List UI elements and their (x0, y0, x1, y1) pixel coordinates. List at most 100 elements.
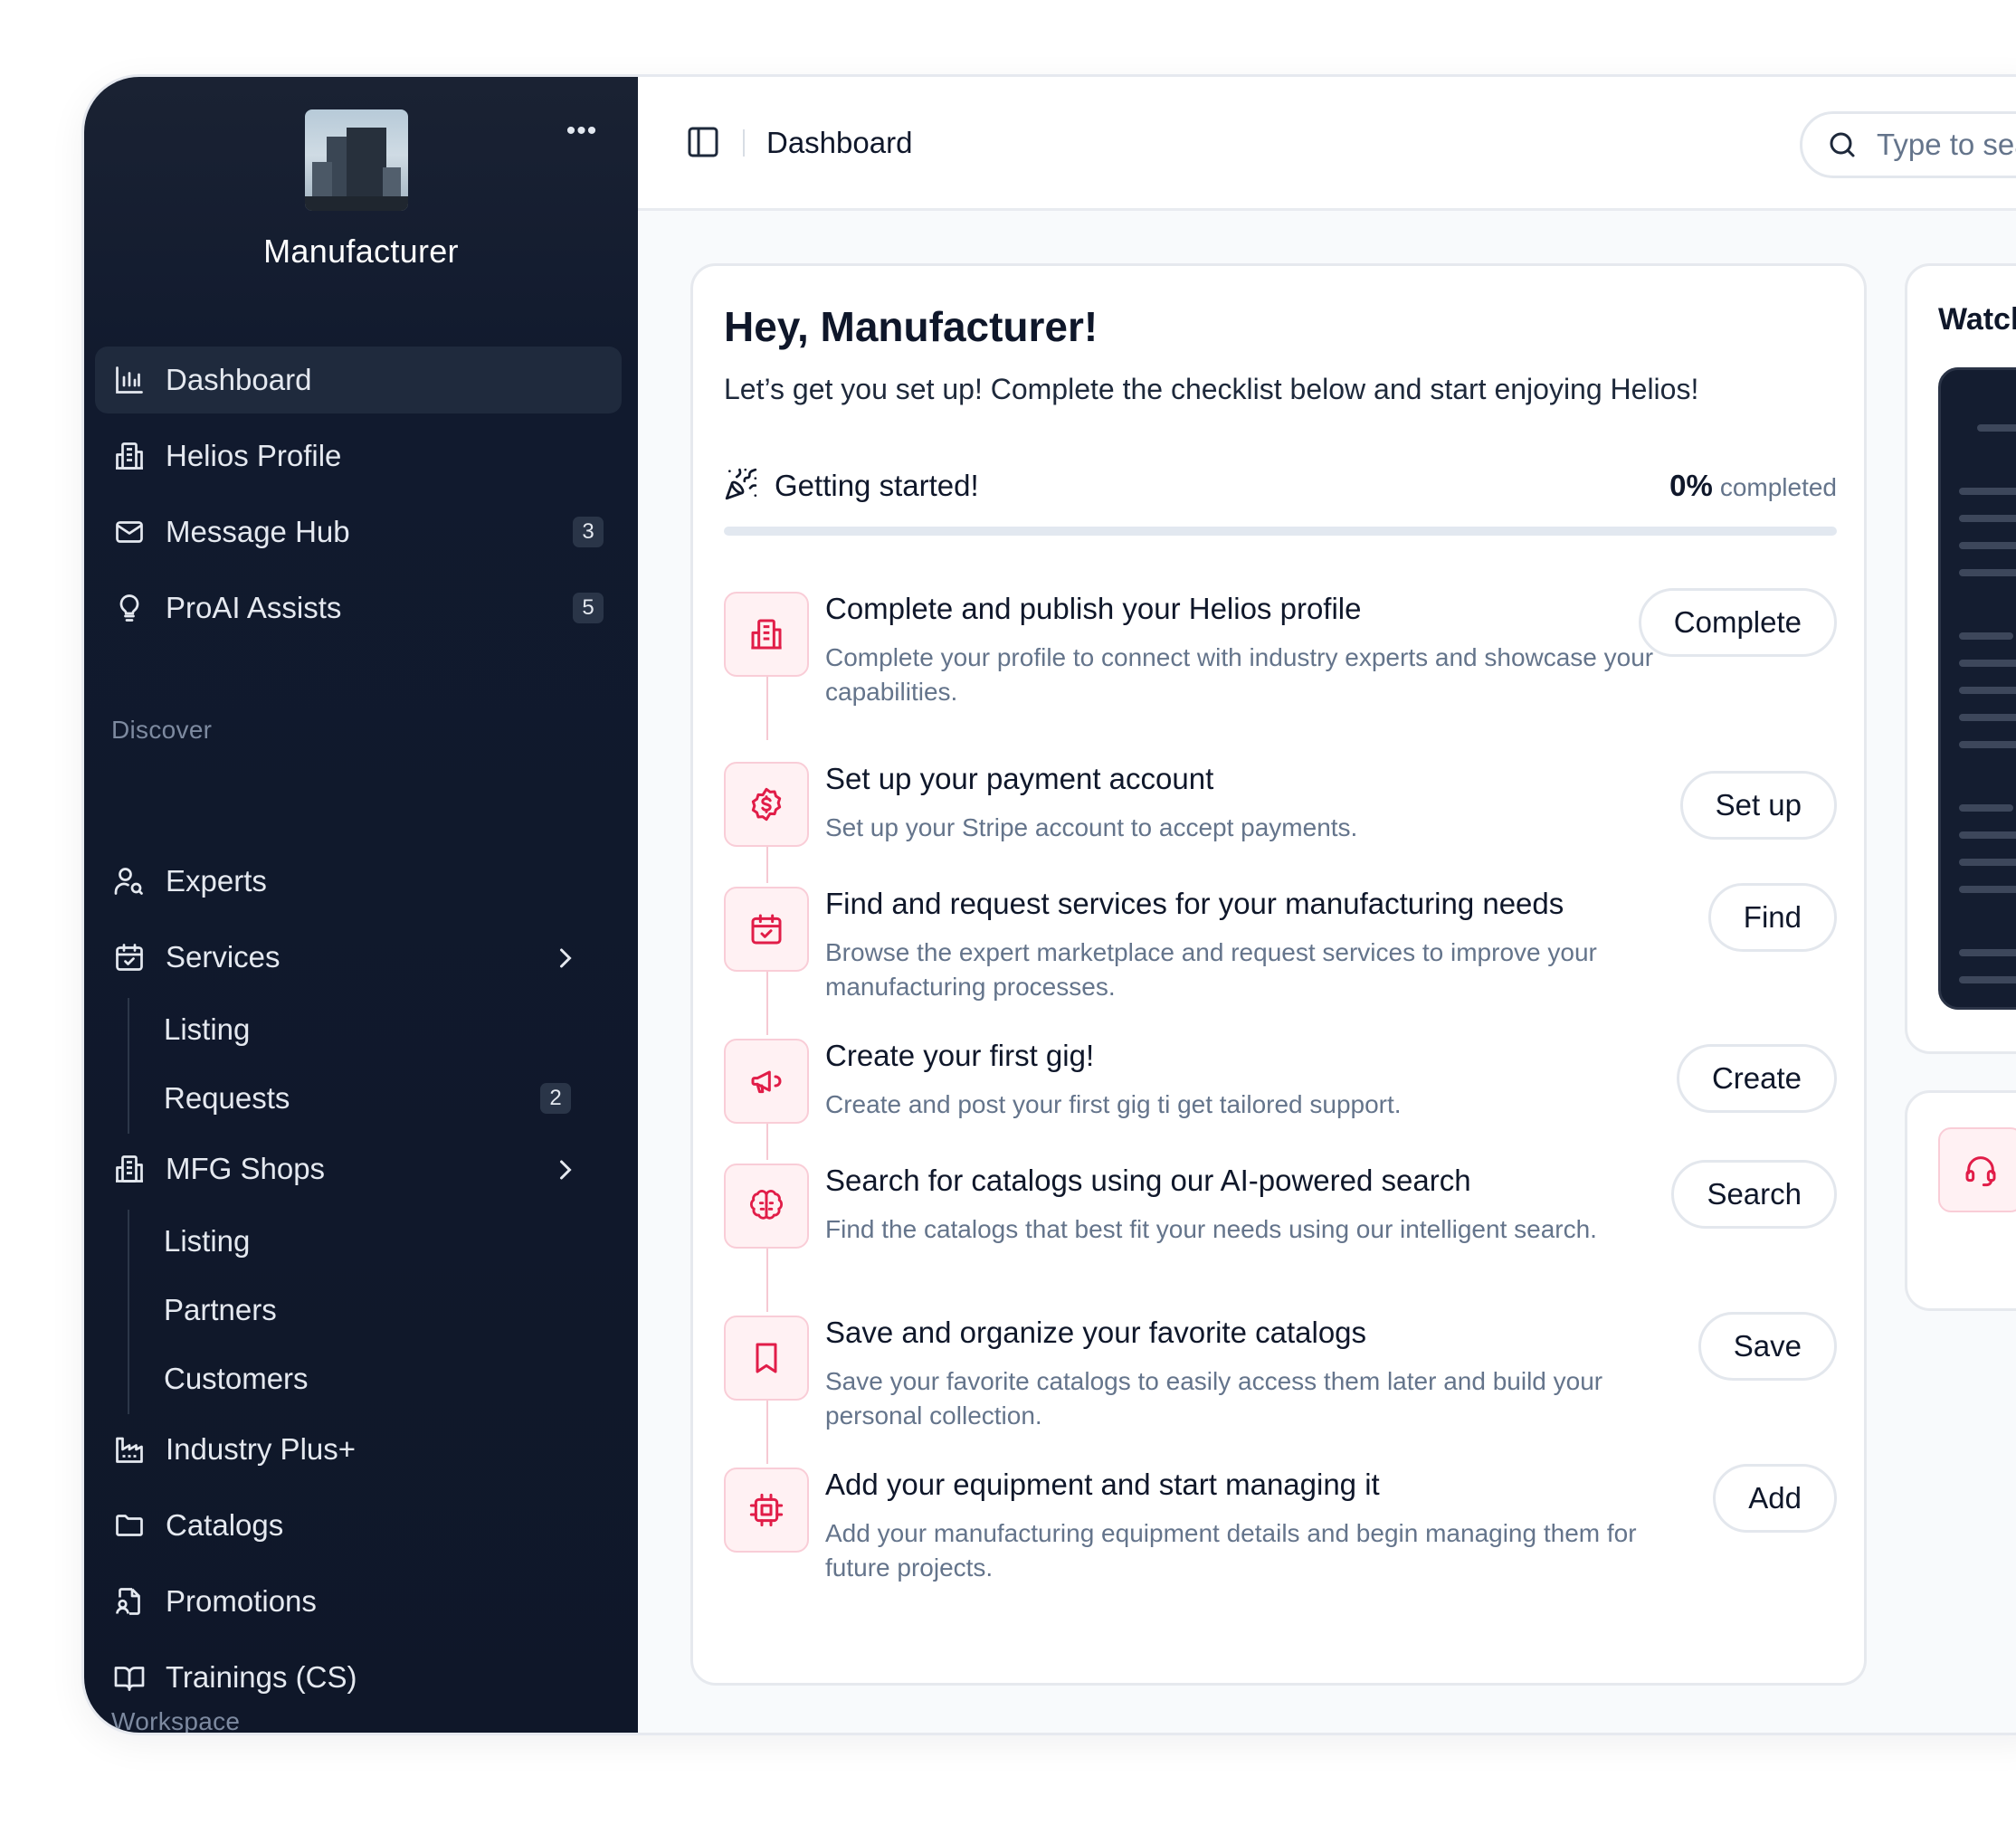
sub-item-label: Requests (164, 1081, 290, 1115)
step-description: Browse the expert marketplace and reques… (825, 938, 1597, 1001)
nav-label: Helios Profile (166, 439, 342, 472)
nav-label: Catalogs (166, 1508, 284, 1542)
nav-item-message-hub[interactable]: Message Hub 3 (95, 499, 622, 565)
user-search-icon (114, 868, 143, 895)
step-title: Set up your payment account (825, 762, 1214, 795)
factory-icon (116, 1437, 143, 1463)
step-description: Find the catalogs that best fit your nee… (825, 1215, 1597, 1243)
topbar: Dashboard (638, 77, 2016, 211)
progress-percentage: 0% completed (1669, 469, 1837, 503)
step-icon-badge (724, 1164, 809, 1249)
step-title: Search for catalogs using our AI-powered… (825, 1164, 1471, 1197)
company-logo-image (305, 109, 408, 211)
brain-icon (749, 1190, 784, 1220)
step-connector (766, 1249, 768, 1312)
sidebar-toggle-icon[interactable] (685, 124, 721, 160)
step-icon-badge (724, 887, 809, 972)
book-open-icon (114, 1667, 145, 1691)
sub-item-label: Listing (164, 1224, 251, 1258)
brand-name: Manufacturer (263, 233, 459, 270)
sub-item-shops-customers[interactable]: Customers (164, 1353, 598, 1405)
nav-item-helios-profile[interactable]: Helios Profile (95, 423, 622, 489)
nav-item-proai-assists[interactable]: ProAI Assists 5 (95, 575, 622, 641)
nav-item-promotions[interactable]: Promotions (95, 1568, 622, 1635)
app-window: ••• Manufacturer Dashboard Helios Profil… (81, 74, 2016, 1735)
step-title: Find and request services for your manuf… (825, 887, 1564, 920)
nav-item-catalogs[interactable]: Catalogs (95, 1492, 622, 1559)
count-badge: 2 (540, 1083, 571, 1114)
step-icon-badge (724, 592, 809, 677)
step-title: Save and organize your favorite catalogs (825, 1316, 1367, 1349)
calendar-check-icon (116, 944, 143, 971)
set-up-payment-button[interactable]: Set up (1679, 771, 1837, 840)
step-icon-badge (724, 1468, 809, 1553)
search-field[interactable] (1800, 111, 2016, 178)
unread-count-badge: 3 (573, 517, 604, 547)
dollar-badge-icon (751, 787, 782, 822)
getting-started-header: Getting started! 0% completed (724, 465, 1837, 505)
step-description: Complete your profile to connect with in… (825, 643, 1654, 706)
nav-item-mfg-shops[interactable]: MFG Shops (95, 1135, 622, 1202)
headset-icon (1965, 1156, 1996, 1187)
search-catalogs-button[interactable]: Search (1671, 1160, 1837, 1229)
section-label-workspace: Workspace (111, 1707, 241, 1735)
nav-label: Industry Plus+ (166, 1432, 357, 1466)
watch-card-title: Watch (1938, 302, 2016, 337)
more-options-button[interactable]: ••• (564, 118, 600, 149)
search-input[interactable] (1877, 128, 2016, 162)
nav-item-dashboard[interactable]: Dashboard (95, 347, 622, 413)
file-person-icon (116, 1588, 140, 1615)
sub-item-services-listing[interactable]: Listing (164, 1003, 598, 1056)
greeting-heading: Hey, Manufacturer! (724, 303, 1098, 350)
nav-item-experts[interactable]: Experts (95, 848, 622, 915)
building-icon (751, 619, 782, 650)
step-connector (766, 677, 768, 740)
cpu-icon (749, 1493, 784, 1527)
step-title: Complete and publish your Helios profile (825, 592, 1362, 625)
create-gig-button[interactable]: Create (1676, 1044, 1837, 1113)
nav-item-services[interactable]: Services (95, 924, 622, 991)
step-connector (766, 972, 768, 1035)
progress-bar (724, 527, 1837, 536)
support-card (1905, 1090, 2016, 1311)
sub-item-services-requests[interactable]: Requests 2 (164, 1072, 598, 1125)
chevron-right-icon[interactable] (549, 942, 582, 974)
sidebar: ••• Manufacturer Dashboard Helios Profil… (84, 77, 638, 1733)
find-services-button[interactable]: Find (1707, 883, 1837, 952)
step-icon-badge (724, 1039, 809, 1124)
step-icon-badge (724, 762, 809, 847)
support-icon-badge[interactable] (1938, 1127, 2016, 1212)
sub-item-label: Partners (164, 1293, 277, 1326)
add-equipment-button[interactable]: Add (1713, 1464, 1837, 1533)
folder-icon (116, 1515, 143, 1536)
sub-item-shops-listing[interactable]: Listing (164, 1215, 598, 1268)
nav-label: Message Hub (166, 515, 350, 548)
watch-video-card: Watch (1905, 263, 2016, 1054)
calendar-check-icon (751, 914, 782, 945)
sub-item-shops-partners[interactable]: Partners (164, 1284, 598, 1336)
submenu-guide-line (128, 998, 129, 1134)
save-catalogs-button[interactable]: Save (1697, 1312, 1837, 1381)
lightbulb-icon (119, 594, 139, 622)
step-icon-badge (724, 1316, 809, 1401)
step-title: Create your first gig! (825, 1039, 1095, 1072)
sub-item-label: Customers (164, 1362, 309, 1395)
intro-text: Let’s get you set up! Complete the check… (724, 373, 1699, 405)
nav-item-trainings[interactable]: Trainings (CS) (95, 1644, 622, 1711)
step-connector (766, 1124, 768, 1160)
megaphone-icon (751, 1070, 782, 1094)
video-thumbnail[interactable] (1938, 367, 2016, 1010)
bookmark-icon (756, 1343, 777, 1373)
step-connector (766, 1401, 768, 1464)
nav-item-industry-plus[interactable]: Industry Plus+ (95, 1416, 622, 1483)
nav-label: Trainings (CS) (166, 1660, 357, 1694)
section-label-discover: Discover (111, 716, 213, 744)
nav-label: ProAI Assists (166, 591, 342, 624)
building-icon (116, 442, 143, 470)
getting-started-label: Getting started! (775, 469, 979, 502)
chevron-right-icon[interactable] (549, 1154, 582, 1186)
step-connector (766, 847, 768, 883)
complete-profile-button[interactable]: Complete (1638, 588, 1837, 657)
submenu-guide-line (128, 1210, 129, 1414)
step-description: Add your manufacturing equipment details… (825, 1519, 1637, 1582)
